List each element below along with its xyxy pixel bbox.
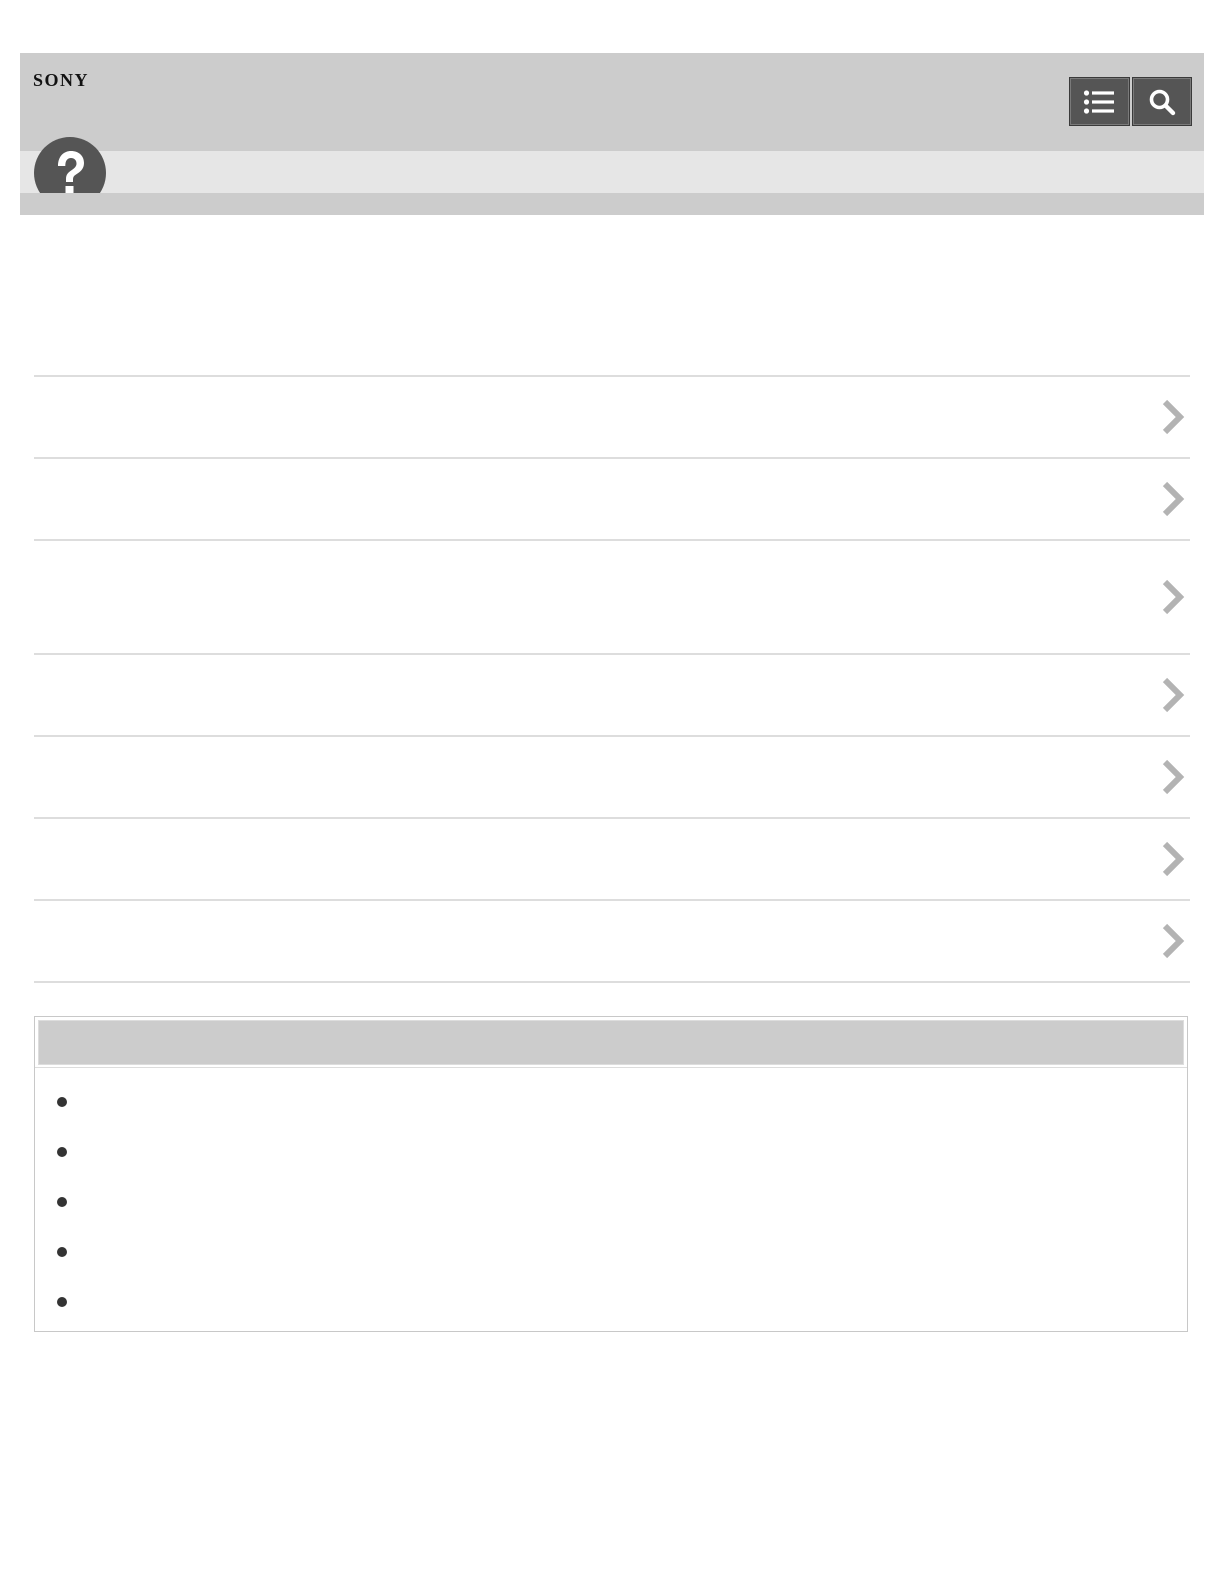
related-topics-list [35,1095,1187,1345]
topic-bar [20,151,1204,193]
list-item[interactable] [34,459,1190,541]
chevron-right-icon [1162,923,1185,959]
topic-bar-bottom [20,193,1204,215]
chevron-right-icon [1162,579,1185,615]
header-button-group [1069,77,1192,126]
list-icon [1084,89,1115,114]
search-button[interactable] [1131,77,1192,126]
related-topic-item[interactable] [35,1195,1187,1245]
related-topic-item[interactable] [35,1245,1187,1295]
help-guide-page: SONY [0,0,1225,1585]
divider [35,1067,1187,1068]
chevron-right-icon [1162,759,1185,795]
question-mark-icon [33,136,107,193]
related-topics-box [34,1016,1188,1332]
chevron-right-icon [1162,841,1185,877]
bullet-icon [57,1197,67,1207]
bullet-icon [57,1297,67,1307]
list-item[interactable] [34,901,1190,983]
list-item[interactable] [34,541,1190,655]
chevron-right-icon [1162,481,1185,517]
chevron-right-icon [1162,677,1185,713]
chevron-right-icon [1162,399,1185,435]
related-topic-item[interactable] [35,1095,1187,1145]
bullet-icon [57,1097,67,1107]
bullet-icon [57,1147,67,1157]
related-topic-item[interactable] [35,1295,1187,1345]
list-item[interactable] [34,737,1190,819]
list-item[interactable] [34,819,1190,901]
related-topics-header [38,1020,1184,1065]
bullet-icon [57,1247,67,1257]
search-icon [1149,89,1175,115]
topic-list [34,375,1190,983]
list-item[interactable] [34,655,1190,737]
contents-list-button[interactable] [1069,77,1130,126]
list-item[interactable] [34,377,1190,459]
header: SONY [20,53,1204,151]
sony-logo[interactable]: SONY [33,70,89,91]
related-topic-item[interactable] [35,1145,1187,1195]
